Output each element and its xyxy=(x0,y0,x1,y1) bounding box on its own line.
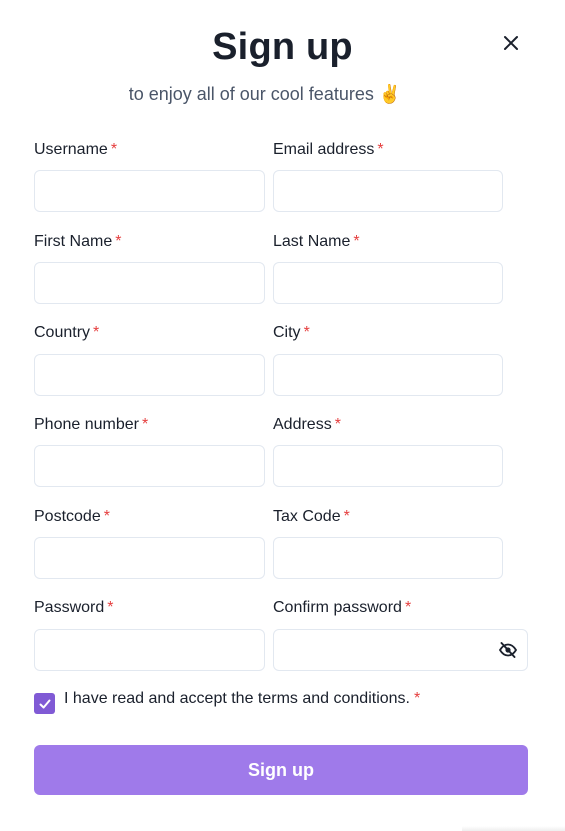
terms-checkbox[interactable] xyxy=(34,693,55,714)
city-label: City * xyxy=(273,324,310,341)
first-name-label: First Name * xyxy=(34,233,122,250)
sign-up-button[interactable]: Sign up xyxy=(34,745,528,795)
page-subtitle: to enjoy all of our cool features ✌️ xyxy=(0,84,530,105)
subtitle-text: to enjoy all of our cool features xyxy=(128,84,374,104)
address-label: Address * xyxy=(273,416,341,433)
terms-text: I have read and accept the terms and con… xyxy=(64,690,410,707)
required-marker: * xyxy=(414,690,421,707)
country-label: Country * xyxy=(34,324,100,341)
username-label: Username * xyxy=(34,141,118,158)
confirm-password-label: Confirm password * xyxy=(273,599,412,616)
password-label: Password * xyxy=(34,599,114,616)
page-title: Sign up xyxy=(212,26,353,68)
country-input[interactable] xyxy=(34,354,265,396)
phone-label: Phone number * xyxy=(34,416,149,433)
signup-modal: Sign up to enjoy all of our cool feature… xyxy=(0,0,565,831)
first-name-input[interactable] xyxy=(34,262,265,304)
tax-code-input[interactable] xyxy=(273,537,503,579)
victory-hand-icon: ✌️ xyxy=(378,84,402,104)
last-name-input[interactable] xyxy=(273,262,503,304)
email-input[interactable] xyxy=(273,170,503,212)
username-input[interactable] xyxy=(34,170,265,212)
window-shadow xyxy=(462,826,565,831)
eye-off-icon xyxy=(498,642,518,658)
email-label: Email address * xyxy=(273,141,384,158)
last-name-label: Last Name * xyxy=(273,233,360,250)
address-input[interactable] xyxy=(273,445,503,487)
phone-input[interactable] xyxy=(34,445,265,487)
terms-label[interactable]: I have read and accept the terms and con… xyxy=(64,690,420,708)
close-button[interactable] xyxy=(500,32,522,54)
city-input[interactable] xyxy=(273,354,503,396)
checkmark-icon xyxy=(39,699,50,708)
close-icon xyxy=(504,36,518,50)
postcode-input[interactable] xyxy=(34,537,265,579)
password-input[interactable] xyxy=(34,629,265,671)
postcode-label: Postcode * xyxy=(34,508,110,525)
confirm-password-input[interactable] xyxy=(273,629,528,671)
toggle-password-visibility-button[interactable] xyxy=(498,640,518,660)
tax-code-label: Tax Code * xyxy=(273,508,350,525)
